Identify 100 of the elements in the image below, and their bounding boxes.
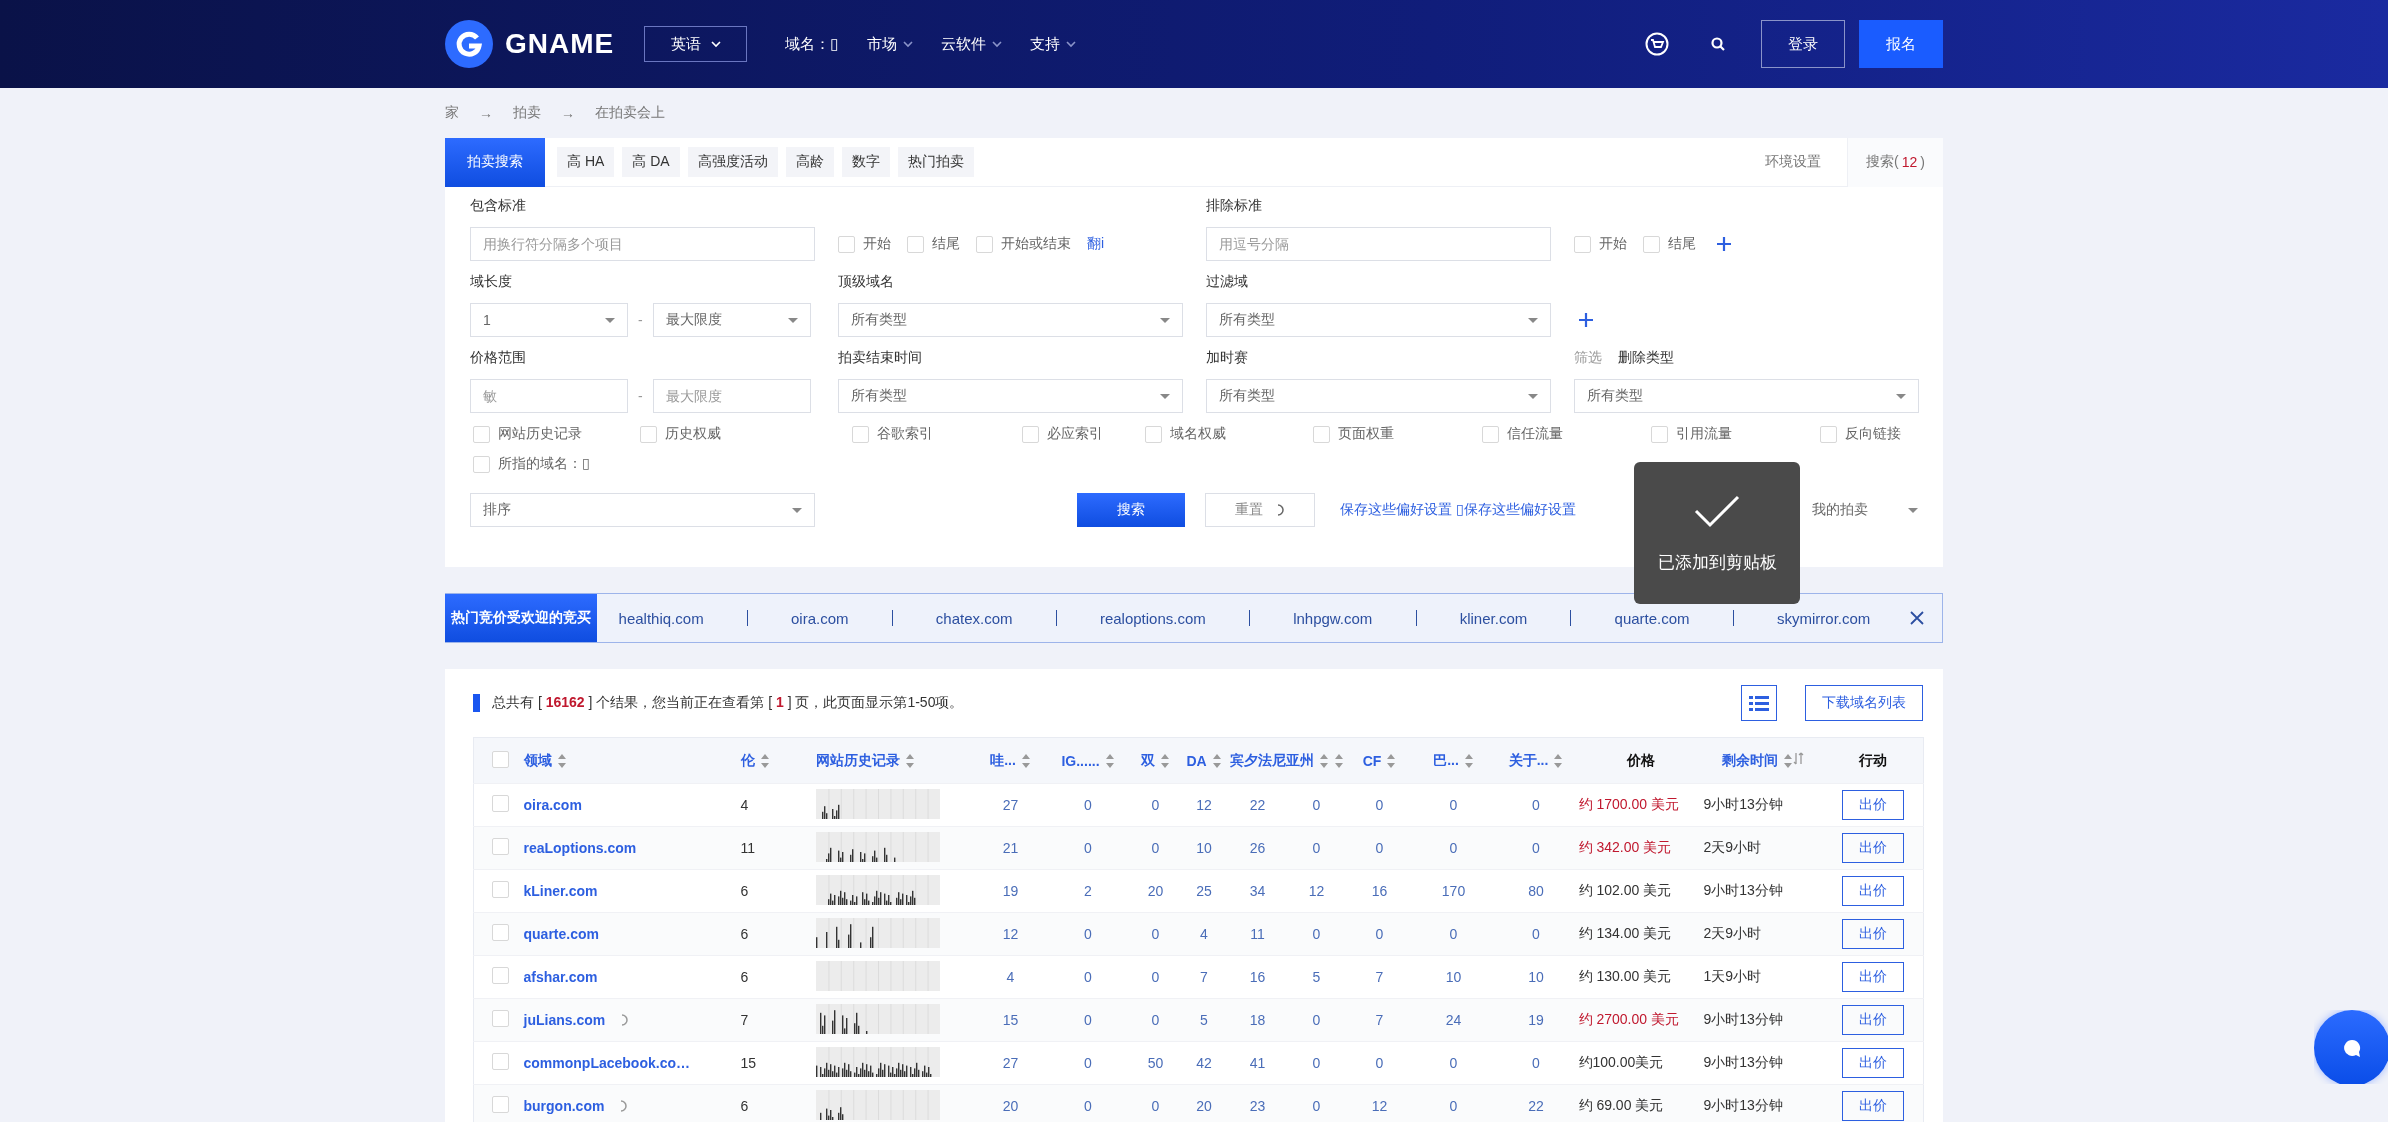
close-icon[interactable] xyxy=(1910,611,1924,625)
dropdown[interactable]: 排序 xyxy=(470,493,815,527)
bid-button[interactable]: 出价 xyxy=(1842,1005,1905,1035)
save-preferences-link[interactable]: 保存这些偏好设置 ▯保存这些偏好设置 xyxy=(1340,501,1576,519)
dropdown[interactable]: 1 xyxy=(470,303,628,337)
checkbox[interactable] xyxy=(473,425,490,443)
saved-searches-tab[interactable]: 搜索( 12 ) xyxy=(1847,137,1943,187)
dropdown[interactable]: 所有类型 xyxy=(1206,303,1551,337)
dropdown[interactable]: 最大限度 xyxy=(652,303,811,337)
checkbox[interactable] xyxy=(492,881,509,898)
domain-link[interactable]: afshar.com xyxy=(523,969,598,985)
domain-link[interactable]: lnhpgw.com xyxy=(1293,609,1373,627)
reset-button[interactable]: 重置 xyxy=(1205,493,1315,527)
filter-mode-tab[interactable]: 筛选 xyxy=(1574,349,1602,367)
domain-link[interactable]: juLians.com xyxy=(523,1012,606,1028)
domain-link[interactable]: kliner.com xyxy=(1459,609,1528,627)
filter-mode-tab[interactable]: 删除类型 xyxy=(1618,349,1674,367)
checkbox[interactable] xyxy=(1022,425,1039,443)
download-button[interactable]: 下载域名列表 xyxy=(1805,685,1923,721)
bid-button[interactable]: 出价 xyxy=(1842,833,1905,863)
plus-icon[interactable] xyxy=(1578,312,1594,328)
checkbox[interactable] xyxy=(838,235,855,253)
filter-tab[interactable]: 高龄 xyxy=(785,147,834,177)
search-icon[interactable] xyxy=(1711,37,1725,51)
checkbox[interactable] xyxy=(1482,425,1499,443)
text-field[interactable]: 用换行符分隔多个项目 xyxy=(470,227,815,261)
checkbox[interactable] xyxy=(492,795,509,812)
language-dropdown[interactable]: 英语 xyxy=(644,26,748,62)
bid-button[interactable]: 出价 xyxy=(1842,962,1905,992)
text-field[interactable]: 最大限度 xyxy=(652,379,811,413)
domain-link[interactable]: quarte.com xyxy=(523,926,599,942)
domain-link[interactable]: burgon.com xyxy=(523,1098,605,1114)
plus-icon[interactable] xyxy=(1716,236,1732,252)
field-label: 拍卖结束时间 xyxy=(838,348,923,367)
nav-link[interactable]: 云软件 xyxy=(940,34,1002,54)
domain-link[interactable]: kLiner.com xyxy=(523,883,598,899)
domain-link[interactable]: healthiq.com xyxy=(618,609,704,627)
checkbox[interactable] xyxy=(1313,425,1330,443)
checkbox[interactable] xyxy=(1820,425,1837,443)
filter-tab[interactable]: 高 DA xyxy=(622,147,680,177)
nav-link[interactable]: 支持 xyxy=(1029,34,1076,54)
checkbox[interactable] xyxy=(852,425,869,443)
bid-button[interactable]: 出价 xyxy=(1842,790,1905,820)
checkbox[interactable] xyxy=(492,967,509,984)
checkbox[interactable] xyxy=(976,235,993,253)
breadcrumb-link[interactable]: 家 xyxy=(445,104,459,122)
nav-link[interactable]: 市场 xyxy=(866,34,913,54)
checkbox[interactable] xyxy=(492,1010,509,1027)
sortable-column-header[interactable]: 领域 xyxy=(523,751,567,770)
cart-icon[interactable] xyxy=(1645,32,1669,56)
table-cell: 0 xyxy=(1312,1055,1321,1071)
settings-link[interactable]: 环境设置 xyxy=(1747,153,1840,171)
bid-button[interactable]: 出价 xyxy=(1842,1048,1905,1078)
filter-tab[interactable]: 数字 xyxy=(841,147,890,177)
filter-tab[interactable]: 拍卖搜索 xyxy=(445,137,545,187)
chat-button[interactable] xyxy=(2314,1010,2388,1084)
search-button[interactable]: 搜索 xyxy=(1077,493,1185,527)
domain-link[interactable]: skymirror.com xyxy=(1776,609,1871,627)
checkbox[interactable] xyxy=(492,1096,509,1113)
text-field[interactable]: 用逗号分隔 xyxy=(1206,227,1551,261)
domain-link[interactable]: reaLoptions.com xyxy=(523,840,637,856)
checkbox[interactable] xyxy=(1643,235,1660,253)
domain-link[interactable]: chatex.com xyxy=(935,609,1013,627)
sortable-column-header[interactable]: 伦 xyxy=(740,751,770,770)
bid-button[interactable]: 出价 xyxy=(1842,876,1905,906)
checkbox[interactable] xyxy=(473,455,490,473)
filter-tab[interactable]: 高强度活动 xyxy=(687,147,778,177)
bid-button[interactable]: 出价 xyxy=(1842,919,1905,949)
checkbox[interactable] xyxy=(1574,235,1591,253)
filter-tab[interactable]: 高 HA xyxy=(557,147,615,177)
sort-icon xyxy=(1463,753,1474,768)
checkbox[interactable] xyxy=(907,235,924,253)
dropdown[interactable]: 所有类型 xyxy=(838,303,1183,337)
breadcrumb-link[interactable]: 在拍卖会上 xyxy=(595,104,665,122)
flip-link[interactable]: 翻i xyxy=(1087,235,1105,253)
breadcrumb-link[interactable]: 拍卖 xyxy=(513,104,541,122)
nav-link[interactable]: 域名：▯ xyxy=(785,34,839,54)
checkbox[interactable] xyxy=(492,750,509,768)
sortable-column-header[interactable]: CF xyxy=(1362,752,1397,769)
login-button[interactable]: 登录 xyxy=(1761,20,1845,68)
bid-button[interactable]: 出价 xyxy=(1842,1091,1905,1121)
text-field[interactable]: 敏 xyxy=(470,379,628,413)
checkbox[interactable] xyxy=(492,1053,509,1070)
field-label: 排除标准 xyxy=(1206,196,1263,215)
domain-link[interactable]: oira.com xyxy=(523,797,582,813)
dropdown[interactable]: 所有类型 xyxy=(1574,379,1919,413)
checkbox[interactable] xyxy=(492,924,509,941)
checkbox[interactable] xyxy=(640,425,657,443)
list-view-button[interactable] xyxy=(1741,685,1777,721)
dropdown[interactable]: 所有类型 xyxy=(1206,379,1551,413)
checkbox[interactable] xyxy=(492,838,509,855)
filter-tab[interactable]: 热门拍卖 xyxy=(897,147,974,177)
domain-link[interactable]: realoptions.com xyxy=(1099,609,1206,627)
checkbox[interactable] xyxy=(1145,425,1162,443)
domain-link[interactable]: oira.com xyxy=(791,609,849,627)
domain-link[interactable]: quarte.com xyxy=(1614,609,1690,627)
signup-button[interactable]: 报名 xyxy=(1859,20,1943,68)
dropdown[interactable]: 所有类型 xyxy=(838,379,1183,413)
domain-link[interactable]: commonpLacebook.co… xyxy=(523,1055,690,1071)
checkbox[interactable] xyxy=(1651,425,1668,443)
